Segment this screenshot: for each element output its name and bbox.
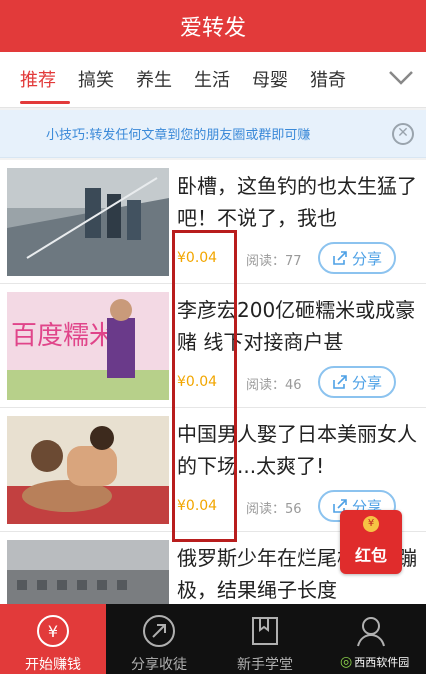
tab-recommend[interactable]: 推荐 [20,66,56,92]
share-label: 分享 [351,373,382,392]
app-title: 爱转发 [179,16,246,41]
list-item[interactable]: 百度糯米 李彦宏200亿砸糯米或成豪赌 线下对接商户甚 ¥0.04 阅读：46 … [0,284,426,408]
chevron-down-icon[interactable] [388,68,414,88]
watermark: ◎ 西西软件园 [340,652,409,672]
close-icon[interactable]: ✕ [392,123,414,145]
tab-funny[interactable]: 搞笑 [78,66,114,92]
app-header: 爱转发 [0,0,426,52]
article-thumbnail [7,416,169,524]
svg-text:¥: ¥ [48,622,58,641]
red-packet-button[interactable]: ¥ 红包 [340,510,402,574]
tab-mother-baby[interactable]: 母婴 [252,66,288,92]
list-item[interactable]: 卧槽，这鱼钓的也太生猛了吧！不说了，我也 ¥0.04 阅读：77 分享 [0,160,426,284]
tab-life[interactable]: 生活 [194,66,230,92]
nav-beginner-school[interactable]: 新手学堂 [212,604,318,674]
yuan-seal-icon: ¥ [363,516,379,532]
share-icon [333,375,347,389]
nav-share-recruit[interactable]: 分享收徒 [106,604,212,674]
article-thumbnail [7,540,169,604]
article-price: ¥0.04 [177,498,218,514]
article-thumbnail: 百度糯米 [7,292,169,400]
article-thumbnail [7,168,169,276]
share-arrow-icon [143,615,175,647]
yuan-circle-icon: ¥ [37,615,69,647]
article-read-count: 阅读：77 [246,254,302,269]
watermark-text: 西西软件园 [354,656,410,669]
active-tab-indicator [20,101,70,104]
nav-label: 新手学堂 [237,657,293,673]
share-icon [333,251,347,265]
article-title[interactable]: 卧槽，这鱼钓的也太生猛了吧！不说了，我也 [177,170,421,238]
category-tabs: 推荐 搞笑 养生 生活 母婴 猎奇 [0,52,426,108]
nav-label: 分享收徒 [131,657,187,673]
article-read-count: 阅读：46 [246,378,302,393]
share-button[interactable]: 分享 [318,242,396,274]
tip-banner: 小技巧:转发任何文章到您的朋友圈或群即可赚 ✕ [0,110,426,158]
tip-text: 小技巧:转发任何文章到您的朋友圈或群即可赚 [46,128,311,143]
article-title[interactable]: 李彦宏200亿砸糯米或成豪赌 线下对接商户甚 [177,294,421,362]
red-packet-label: 红包 [354,546,387,565]
article-read-count: 阅读：56 [246,502,302,517]
share-button[interactable]: 分享 [318,366,396,398]
nav-start-earning[interactable]: ¥ 开始赚钱 [0,604,106,674]
article-price: ¥0.04 [177,250,218,266]
article-title[interactable]: 中国男人娶了日本美丽女人的下场...太爽了! [177,418,421,486]
share-label: 分享 [351,249,382,268]
user-icon [357,617,385,647]
watermark-logo-icon: ◎ [340,654,353,670]
nav-label: 开始赚钱 [25,657,81,673]
sign-text: 百度糯米 [11,321,115,351]
book-icon [252,617,278,645]
tab-curious[interactable]: 猎奇 [310,66,346,92]
tab-health[interactable]: 养生 [136,66,172,92]
article-price: ¥0.04 [177,374,218,390]
